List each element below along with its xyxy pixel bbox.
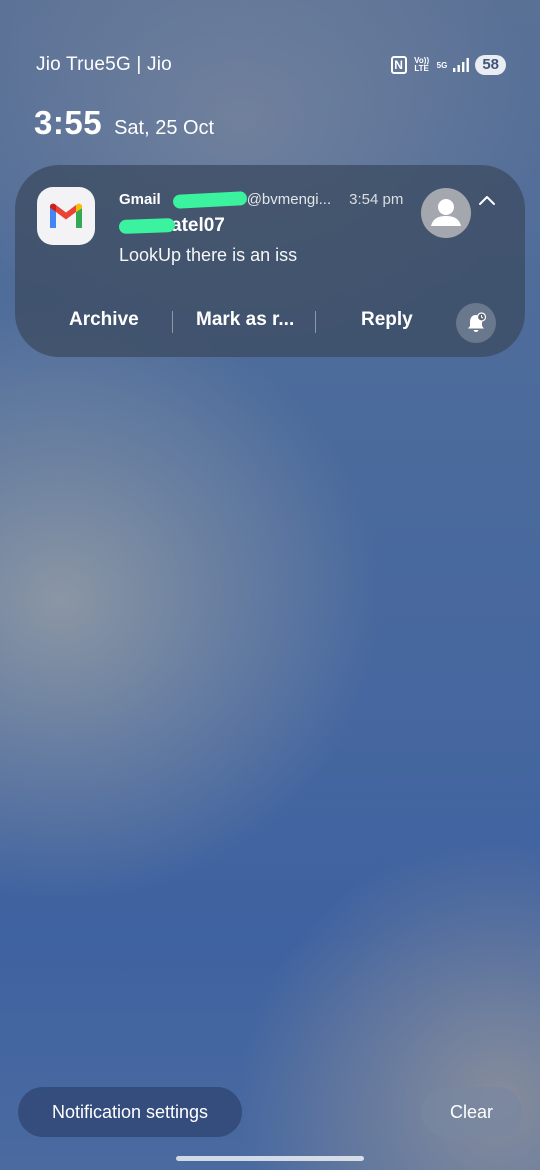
collapse-chevron-icon[interactable] — [475, 191, 499, 211]
avatar — [421, 188, 471, 238]
carrier-label: Jio True5G | Jio — [36, 54, 172, 75]
battery-icon: 58 — [475, 55, 506, 75]
reply-button[interactable]: Reply — [361, 309, 413, 331]
volte-icon: Vo)) LTE — [414, 56, 430, 73]
nfc-icon: N — [390, 56, 407, 74]
signal-icon — [453, 58, 470, 72]
message-preview: LookUp there is an iss — [119, 245, 298, 265]
mark-as-read-button[interactable]: Mark as r... — [196, 309, 294, 331]
account-email: @bvmengi... — [246, 191, 332, 208]
notification-settings-button[interactable]: Notification settings — [18, 1087, 242, 1137]
redaction-mark — [172, 190, 248, 209]
app-name: Gmail — [119, 191, 161, 208]
notification-actions: Archive Mark as r... Reply — [15, 303, 525, 343]
notification-header: Gmail @bvmengi... 3:54 pm — [119, 190, 404, 209]
sender-name: atel07 — [171, 215, 225, 236]
archive-button[interactable]: Archive — [69, 309, 139, 331]
lockscreen-clock: 3:55 Sat, 25 Oct — [34, 104, 214, 142]
home-indicator[interactable] — [176, 1156, 364, 1161]
status-icons: N Vo)) LTE 5G 58 — [390, 54, 506, 76]
clock-date: Sat, 25 Oct — [114, 117, 215, 139]
notification-time: 3:54 pm — [349, 191, 404, 208]
redaction-mark — [118, 218, 176, 234]
snooze-bell-icon[interactable] — [456, 303, 496, 343]
gmail-icon — [37, 187, 95, 245]
gmail-notification-card[interactable]: Gmail @bvmengi... 3:54 pm atel07 LookUp … — [15, 165, 525, 357]
clear-button[interactable]: Clear — [421, 1087, 522, 1137]
network-5g-icon: 5G — [436, 60, 448, 70]
divider — [172, 311, 173, 333]
status-bar: Jio True5G | Jio N Vo)) LTE 5G 58 — [0, 0, 540, 75]
sender-row: atel07 — [118, 215, 225, 237]
clock-time: 3:55 — [34, 104, 103, 141]
divider — [315, 311, 316, 333]
